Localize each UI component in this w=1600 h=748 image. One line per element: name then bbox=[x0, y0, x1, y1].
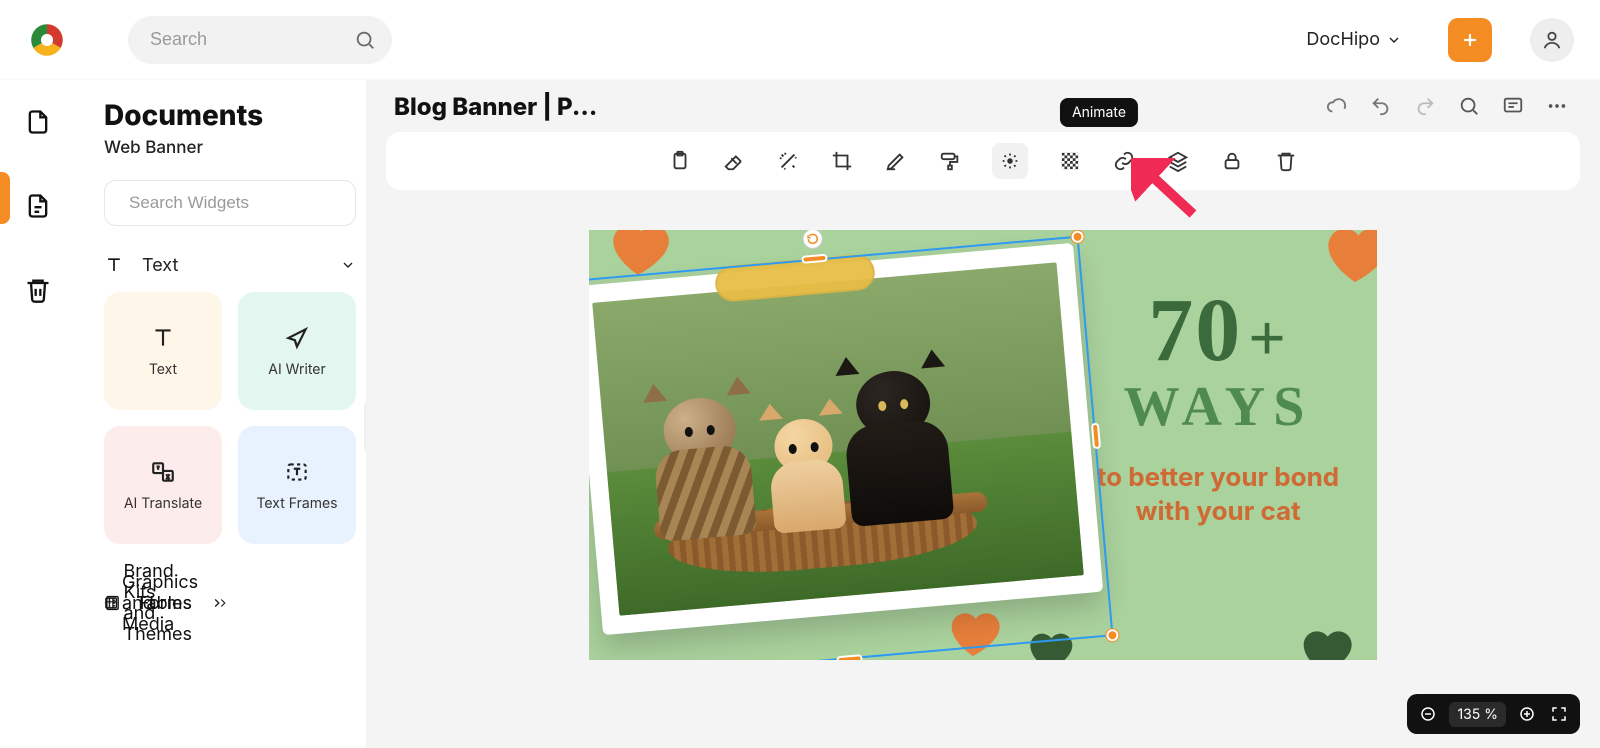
tile-ai-translate[interactable]: AI Translate bbox=[104, 426, 222, 544]
active-tab-indicator bbox=[0, 172, 10, 224]
panel-title: Documents bbox=[104, 98, 362, 132]
brand-icon bbox=[104, 593, 105, 613]
app-header: DocHipo bbox=[0, 0, 1600, 80]
logo[interactable] bbox=[26, 19, 68, 61]
lock-icon[interactable] bbox=[1220, 149, 1244, 173]
panel-subtitle: Web Banner bbox=[104, 138, 362, 158]
resize-handle-b[interactable] bbox=[836, 654, 863, 660]
translate-icon bbox=[150, 459, 176, 485]
tile-text-frames[interactable]: Text Frames bbox=[238, 426, 356, 544]
zoom-value[interactable]: 135 % bbox=[1449, 702, 1506, 727]
resize-handle-tr[interactable] bbox=[1071, 230, 1084, 243]
animate-icon[interactable] bbox=[992, 143, 1028, 179]
banner-tagline: to better your bond with your cat bbox=[1089, 461, 1347, 529]
banner-number: 70 bbox=[1148, 290, 1242, 371]
workspace-menu[interactable]: DocHipo bbox=[1306, 29, 1402, 50]
heart-decoration bbox=[1293, 618, 1357, 660]
color-roller-icon[interactable] bbox=[938, 149, 962, 173]
cat-brand[interactable]: Brand Kits and Themes bbox=[104, 528, 224, 678]
tile-text[interactable]: Text bbox=[104, 292, 222, 410]
banner-plus: + bbox=[1248, 309, 1288, 368]
section-text-label: Text bbox=[142, 255, 178, 276]
pen-icon bbox=[284, 325, 310, 351]
section-text[interactable]: Text bbox=[104, 250, 356, 280]
context-toolbar: Animate bbox=[386, 132, 1580, 190]
zoom-controls: 135 % bbox=[1407, 694, 1580, 734]
chevron-down-icon bbox=[340, 257, 356, 273]
left-rail bbox=[0, 80, 76, 748]
zoom-in-button[interactable] bbox=[1516, 703, 1538, 725]
tile-translate-label: AI Translate bbox=[124, 495, 202, 512]
tile-frames-label: Text Frames bbox=[256, 495, 337, 512]
chevron-down-icon bbox=[1386, 32, 1402, 48]
cat-brand-label: Brand Kits and Themes bbox=[123, 561, 192, 645]
widget-search[interactable] bbox=[104, 180, 356, 226]
clipboard-icon[interactable] bbox=[668, 149, 692, 173]
heart-decoration bbox=[1315, 230, 1377, 292]
canvas-area: Blog Banner | P... Animate bbox=[366, 80, 1600, 748]
resize-handle-t[interactable] bbox=[801, 254, 828, 264]
create-button[interactable] bbox=[1448, 18, 1492, 62]
text-tiles: Text AI Writer AI Translate Text Frames bbox=[104, 292, 356, 544]
tooltip-animate: Animate bbox=[1060, 98, 1138, 127]
banner-canvas[interactable]: 70+ WAYS to better your bond with your c… bbox=[589, 230, 1377, 660]
search-icon bbox=[354, 29, 376, 51]
chevron-right-icon bbox=[210, 596, 224, 610]
rail-widgets[interactable] bbox=[16, 184, 60, 228]
magic-icon[interactable] bbox=[776, 149, 800, 173]
tile-ai-writer[interactable]: AI Writer bbox=[238, 292, 356, 410]
cloud-sync-icon[interactable] bbox=[1326, 95, 1348, 117]
widget-search-input[interactable] bbox=[127, 192, 352, 214]
delete-icon[interactable] bbox=[1274, 149, 1298, 173]
zoom-out-button[interactable] bbox=[1417, 703, 1439, 725]
tile-text-label: Text bbox=[149, 361, 177, 378]
banner-text-block[interactable]: 70+ WAYS to better your bond with your c… bbox=[1089, 290, 1347, 529]
fullscreen-button[interactable] bbox=[1548, 703, 1570, 725]
eraser-icon[interactable] bbox=[722, 149, 746, 173]
resize-handle-br[interactable] bbox=[1106, 629, 1119, 642]
selection-box[interactable] bbox=[589, 236, 1114, 660]
find-icon[interactable] bbox=[1458, 95, 1480, 117]
doc-header: Blog Banner | P... bbox=[366, 80, 1600, 132]
tile-ai-label: AI Writer bbox=[268, 361, 325, 378]
profile-button[interactable] bbox=[1530, 18, 1574, 62]
doc-title[interactable]: Blog Banner | P... bbox=[394, 92, 597, 121]
crop-icon[interactable] bbox=[830, 149, 854, 173]
undo-icon[interactable] bbox=[1370, 95, 1392, 117]
widget-panel: Documents Web Banner Text Text AI Writer bbox=[76, 80, 366, 748]
rail-trash[interactable] bbox=[16, 268, 60, 312]
stage[interactable]: 70+ WAYS to better your bond with your c… bbox=[366, 190, 1600, 748]
text-icon bbox=[104, 255, 124, 275]
rail-documents[interactable] bbox=[16, 100, 60, 144]
text-frame-icon bbox=[284, 459, 310, 485]
draw-icon[interactable] bbox=[884, 149, 908, 173]
transparency-icon[interactable] bbox=[1058, 149, 1082, 173]
text-glyph-icon bbox=[150, 325, 176, 351]
global-search-input[interactable] bbox=[128, 16, 392, 64]
search-wrap bbox=[128, 16, 392, 64]
workspace-name: DocHipo bbox=[1306, 29, 1380, 50]
banner-ways: WAYS bbox=[1089, 375, 1347, 439]
rotate-handle[interactable] bbox=[802, 230, 824, 250]
more-icon[interactable] bbox=[1546, 95, 1568, 117]
doc-actions bbox=[1326, 95, 1572, 117]
comments-icon[interactable] bbox=[1502, 95, 1524, 117]
redo-icon[interactable] bbox=[1414, 95, 1436, 117]
